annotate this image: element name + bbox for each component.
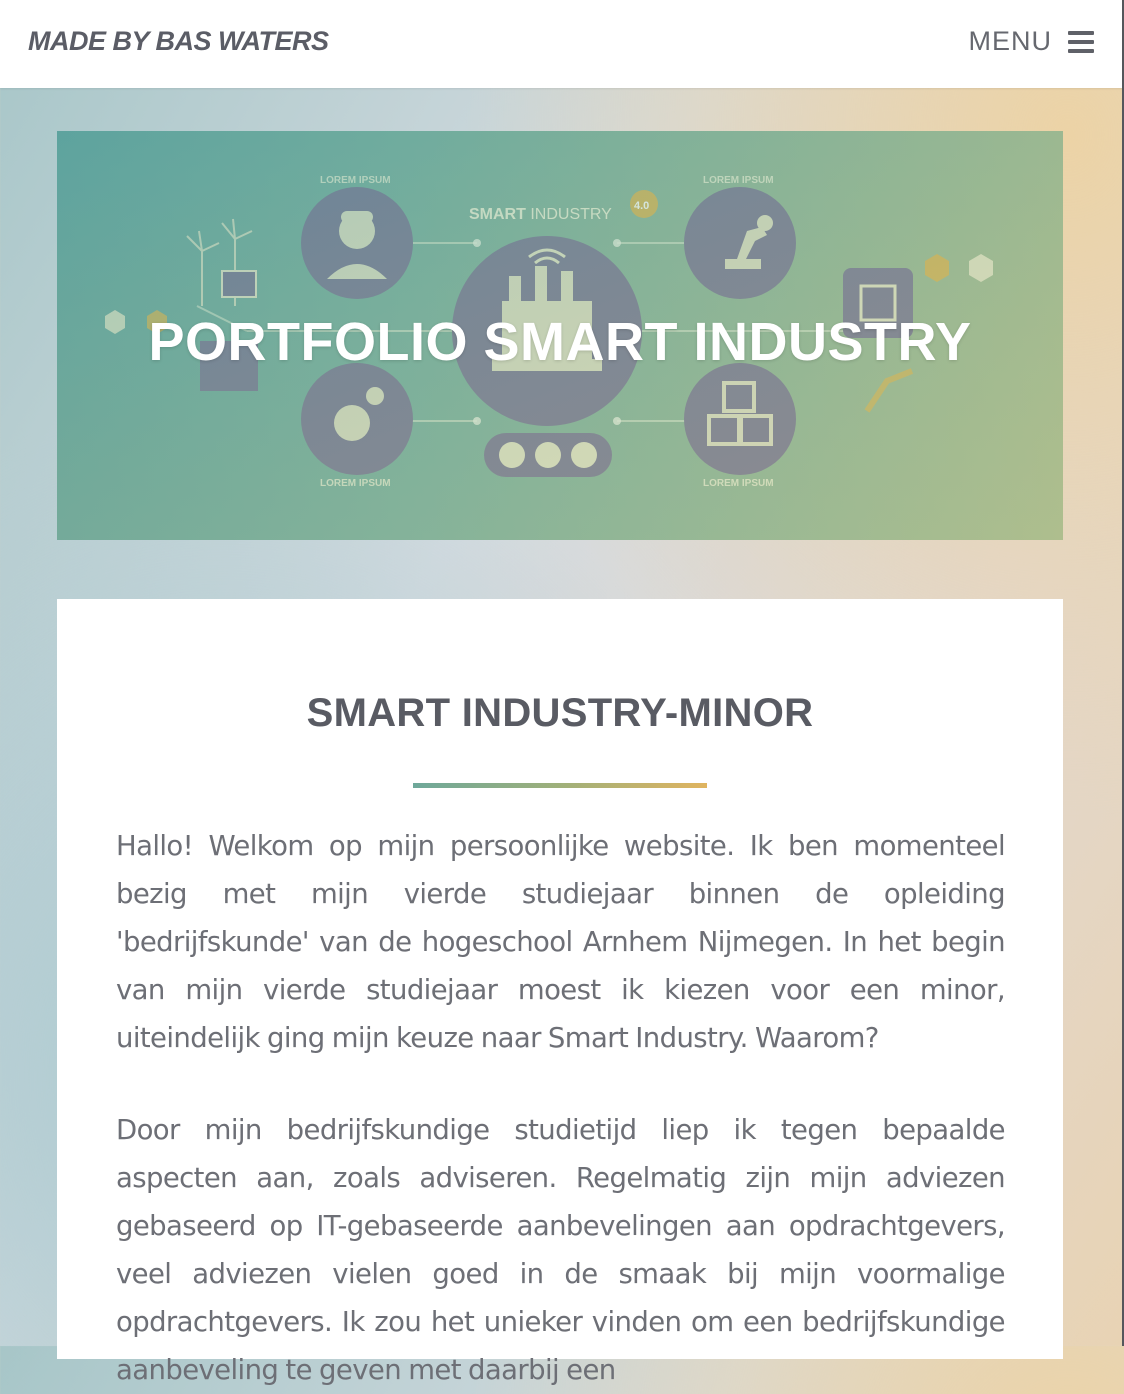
top-navigation-bar: MADE BY BAS WATERS MENU bbox=[0, 0, 1124, 88]
hero-banner: LOREM IPSUM LOREM IPSUM LOREM IPSUM LORE… bbox=[57, 131, 1063, 540]
section-heading: SMART INDUSTRY-MINOR bbox=[306, 691, 814, 735]
menu-button[interactable]: MENU bbox=[968, 26, 1094, 57]
site-brand[interactable]: MADE BY BAS WATERS bbox=[28, 26, 329, 57]
second-paragraph: Door mijn bedrijfskundige studietijd lie… bbox=[116, 1114, 1006, 1386]
intro-paragraph: Hallo! Welkom op mijn persoonlijke websi… bbox=[116, 830, 1006, 1054]
content-card: SMART INDUSTRY-MINOR Hallo! Welkom op mi… bbox=[57, 599, 1063, 1386]
menu-label: MENU bbox=[968, 26, 1052, 56]
hero-title: PORTFOLIO SMART INDUSTRY bbox=[148, 312, 972, 372]
heading-divider bbox=[413, 783, 707, 788]
hamburger-icon bbox=[1068, 30, 1094, 53]
